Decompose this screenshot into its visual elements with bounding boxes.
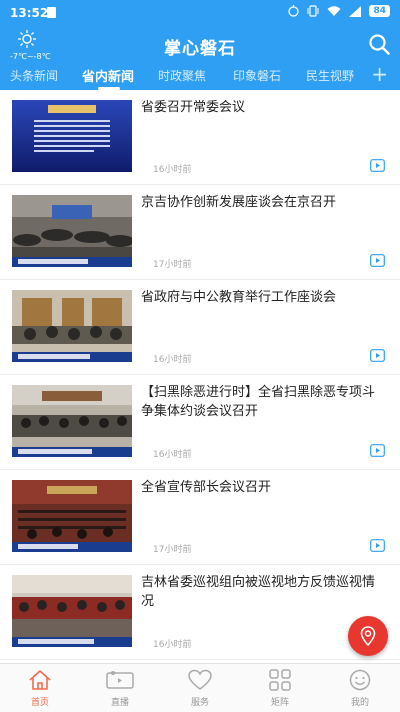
add-tab-icon[interactable]: + (371, 64, 388, 84)
nav-live[interactable]: 直播 (90, 669, 150, 708)
news-title: 吉林省委巡视组向被巡视地方反馈巡视情况 (141, 575, 376, 609)
nav-label: 矩阵 (270, 698, 289, 708)
news-time: 16小时前 (153, 355, 192, 365)
news-thumbnail (12, 100, 132, 172)
news-thumbnail (12, 385, 132, 457)
video-play-icon (370, 539, 385, 552)
nav-home[interactable]: 首页 (10, 669, 70, 708)
wifi-icon (327, 5, 341, 16)
grid-icon (269, 669, 291, 691)
bottom-nav: 首页 直播 服务 矩阵 我的 (0, 663, 400, 712)
notification-doc-icon (47, 7, 56, 18)
video-play-icon (370, 349, 385, 362)
news-item[interactable]: 全省宣传部长会议召开 17小时前 (0, 470, 400, 565)
tab-impression[interactable]: 印象磐石 (233, 67, 281, 84)
smiley-icon (349, 669, 371, 691)
vibrate-icon (307, 5, 319, 17)
app-title: 掌心磐石 (164, 39, 236, 59)
location-fab-button[interactable] (348, 616, 388, 656)
news-item[interactable]: 【扫黑除恶进行时】全省扫黑除恶专项斗争集体约谈会议召开 16小时前 (0, 375, 400, 470)
news-item[interactable]: 吉林省委巡视组向被巡视地方反馈巡视情况 16小时前 (0, 565, 400, 660)
news-title: 省委召开常委会议 (141, 100, 246, 115)
status-time: 13:52 (10, 6, 49, 20)
news-title: 省政府与中公教育举行工作座谈会 (141, 290, 337, 305)
news-title: 【扫黑除恶进行时】全省扫黑除恶专项斗争集体约谈会议召开 (141, 385, 376, 419)
news-item[interactable]: 省政府与中公教育举行工作座谈会 16小时前 (0, 280, 400, 375)
news-item[interactable]: 省委召开常委会议 16小时前 (0, 90, 400, 185)
news-time: 16小时前 (153, 450, 192, 460)
alarm-icon (288, 5, 300, 17)
video-play-icon (370, 159, 385, 172)
news-thumbnail (12, 480, 132, 552)
video-camera-icon (106, 671, 134, 689)
tab-provincial-news[interactable]: 省内新闻 (82, 66, 134, 85)
nav-label: 首页 (30, 698, 49, 708)
news-time: 17小时前 (153, 260, 192, 270)
nav-service[interactable]: 服务 (170, 669, 230, 708)
news-title: 京吉协作创新发展座谈会在京召开 (141, 195, 337, 210)
news-list: 省委召开常委会议 16小时前 京吉协作创新发展座谈会在京召开 17小时前 省政府… (0, 90, 400, 660)
home-icon (29, 670, 51, 690)
news-title: 全省宣传部长会议召开 (141, 480, 272, 495)
nav-mine[interactable]: 我的 (330, 669, 390, 708)
news-thumbnail (12, 290, 132, 362)
news-time: 17小时前 (153, 545, 192, 555)
app-header: -7℃~-8℃ 掌心磐石 (0, 28, 400, 62)
news-time: 16小时前 (153, 640, 192, 650)
battery-indicator: 84 (369, 5, 390, 17)
tab-politics[interactable]: 时政聚焦 (158, 67, 206, 84)
nav-label: 直播 (110, 698, 129, 708)
location-pin-icon (360, 626, 376, 646)
nav-label: 我的 (350, 698, 369, 708)
search-icon[interactable] (368, 33, 390, 55)
category-tabs: 头条新闻 省内新闻 时政聚焦 印象磐石 民生视野 + (0, 62, 400, 90)
news-time: 16小时前 (153, 165, 192, 175)
heart-icon (188, 669, 212, 690)
video-play-icon (370, 444, 385, 457)
news-item[interactable]: 京吉协作创新发展座谈会在京召开 17小时前 (0, 185, 400, 280)
tab-headlines[interactable]: 头条新闻 (10, 67, 58, 84)
nav-label: 服务 (190, 698, 209, 708)
signal-icon (349, 5, 362, 17)
tab-livelihood[interactable]: 民生视野 (306, 67, 354, 84)
status-bar: 13:52 84 (0, 0, 400, 28)
status-indicators: 84 (288, 5, 390, 17)
news-thumbnail (12, 195, 132, 267)
nav-matrix[interactable]: 矩阵 (250, 669, 310, 708)
news-thumbnail (12, 575, 132, 647)
video-play-icon (370, 254, 385, 267)
